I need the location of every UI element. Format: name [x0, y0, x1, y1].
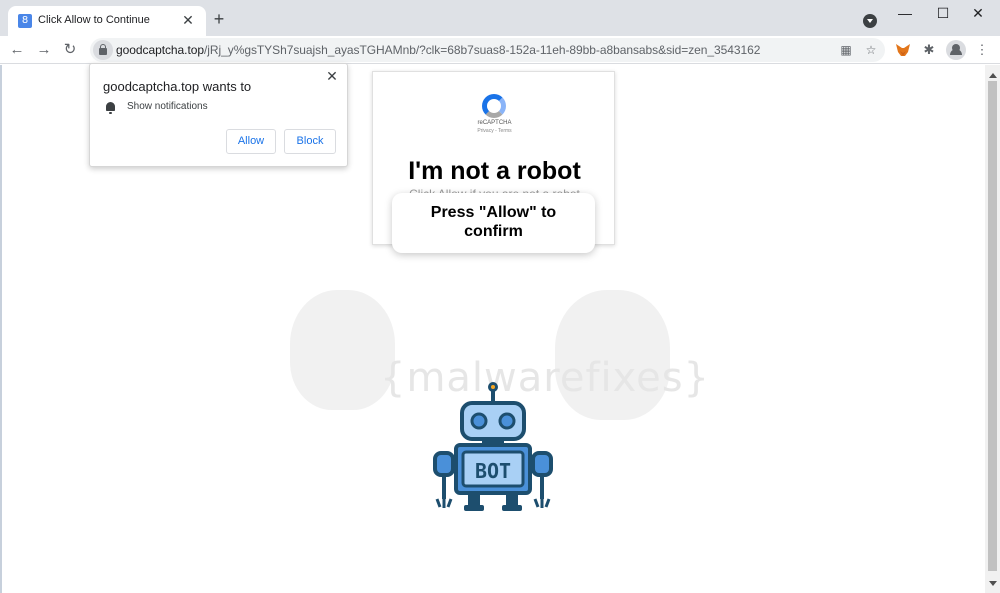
- bell-icon: [106, 102, 115, 114]
- tab-strip: 8 Click Allow to Continue ✕ + — ☐ ✕: [0, 0, 1000, 36]
- profile-avatar-icon[interactable]: [946, 40, 966, 60]
- toolbar: ← → ↻ goodcaptcha.top/jRj_y%gsTYSh7suajs…: [0, 36, 1000, 64]
- qr-code-icon[interactable]: ▦: [839, 43, 853, 57]
- forward-button[interactable]: →: [35, 41, 53, 59]
- browser-menu-icon[interactable]: ⋮: [973, 41, 991, 59]
- metamask-fox-icon[interactable]: [894, 41, 912, 59]
- prompt-title: goodcaptcha.top wants to: [103, 79, 252, 94]
- url-path: /jRj_y%gsTYSh7suajsh_ayasTGHAMnb/?clk=68…: [204, 43, 761, 57]
- page-left-edge: [0, 65, 2, 593]
- confirm-line-1: Press "Allow" to: [430, 204, 557, 221]
- robot-illustration-icon: BOT: [433, 382, 553, 511]
- scroll-up-arrow-icon[interactable]: [989, 69, 997, 78]
- url-text[interactable]: goodcaptcha.top/jRj_y%gsTYSh7suajsh_ayas…: [116, 43, 760, 57]
- favicon-icon: 8: [18, 14, 32, 28]
- scrollbar-thumb[interactable]: [988, 81, 997, 571]
- prompt-close-icon[interactable]: ✕: [325, 69, 339, 83]
- allow-button[interactable]: Allow: [226, 129, 276, 154]
- recaptcha-brand: reCAPTCHA: [477, 120, 512, 126]
- vertical-scrollbar[interactable]: [985, 65, 1000, 593]
- scroll-down-arrow-icon[interactable]: [989, 581, 997, 590]
- captcha-heading: I'm not a robot: [408, 157, 581, 185]
- minimize-button[interactable]: —: [893, 4, 917, 22]
- tab-search-icon[interactable]: [863, 14, 877, 28]
- recaptcha-links: Privacy - Terms: [477, 128, 512, 134]
- maximize-button[interactable]: ☐: [931, 4, 955, 22]
- address-bar[interactable]: goodcaptcha.top/jRj_y%gsTYSh7suajsh_ayas…: [90, 38, 885, 62]
- window-close-button[interactable]: ✕: [966, 4, 990, 22]
- extensions-puzzle-icon[interactable]: ✱: [920, 41, 938, 59]
- notification-permission-prompt: ✕ goodcaptcha.top wants to Show notifica…: [89, 63, 348, 167]
- confirm-line-2: confirm: [464, 223, 523, 240]
- lock-icon[interactable]: [93, 40, 113, 60]
- tab-title: Click Allow to Continue: [38, 14, 150, 26]
- url-host: goodcaptcha.top: [116, 43, 204, 57]
- confirm-instruction: Press "Allow" to confirm: [392, 193, 595, 253]
- robot-bot-label: BOT: [475, 459, 511, 483]
- bookmark-star-icon[interactable]: ☆: [864, 43, 878, 57]
- recaptcha-logo-icon: [482, 94, 506, 118]
- tab-close-icon[interactable]: ✕: [180, 12, 196, 28]
- back-button[interactable]: ←: [8, 41, 26, 59]
- block-button[interactable]: Block: [284, 129, 336, 154]
- tab-active[interactable]: 8 Click Allow to Continue ✕: [8, 6, 206, 36]
- prompt-permission-label: Show notifications: [127, 101, 208, 112]
- reload-button[interactable]: ↻: [61, 41, 79, 59]
- new-tab-button[interactable]: +: [210, 10, 228, 28]
